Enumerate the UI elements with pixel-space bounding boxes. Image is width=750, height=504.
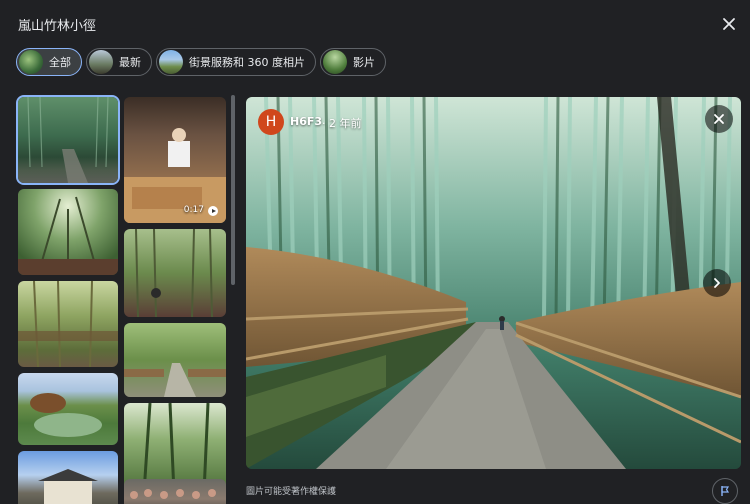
main-photo xyxy=(246,97,741,469)
tab-videos-thumbnail xyxy=(323,50,347,74)
photo-thumbnail[interactable] xyxy=(18,451,118,504)
tab-videos-label: 影片 xyxy=(353,56,375,69)
copyright-notice: 圖片可能受著作權保護 xyxy=(246,487,337,497)
report-button[interactable] xyxy=(712,478,738,504)
photo-thumbnail[interactable] xyxy=(18,281,118,367)
video-thumbnail[interactable]: 0:17 xyxy=(124,97,226,223)
tab-street-view-label: 街景服務和 360 度相片 xyxy=(189,56,305,69)
chevron-right-icon xyxy=(714,278,720,288)
photo-thumbnail[interactable] xyxy=(124,229,226,317)
author-avatar[interactable]: H xyxy=(258,109,284,135)
video-duration: 0:17 xyxy=(183,205,204,215)
filter-tabs: 全部 最新 街景服務和 360 度相片 影片 xyxy=(16,48,386,78)
tab-street-view-360[interactable]: 街景服務和 360 度相片 xyxy=(156,48,316,76)
tab-latest[interactable]: 最新 xyxy=(86,48,152,76)
tab-all-label: 全部 xyxy=(49,56,71,69)
next-photo-button[interactable] xyxy=(703,269,731,297)
tab-all-thumbnail xyxy=(19,50,43,74)
close-icon xyxy=(723,18,735,30)
play-icon xyxy=(208,206,218,216)
tab-street-view-thumbnail xyxy=(159,50,183,74)
photo-time: · 2 年前 xyxy=(322,117,362,130)
photo-thumbnail[interactable] xyxy=(124,479,226,504)
photo-thumbnail[interactable] xyxy=(18,373,118,445)
flag-icon xyxy=(721,486,730,496)
photo-thumbnail[interactable] xyxy=(18,189,118,275)
grid-scrollbar[interactable] xyxy=(231,95,235,285)
photo-grid: 0:17 xyxy=(16,95,230,504)
tab-all[interactable]: 全部 xyxy=(16,48,82,76)
photo-viewer: H H6F3 · 2 年前 xyxy=(246,97,741,469)
viewer-close-button[interactable] xyxy=(705,105,733,133)
photo-thumbnail[interactable] xyxy=(124,323,226,397)
tab-latest-label: 最新 xyxy=(119,56,141,69)
title-bar: 嵐山竹林小徑 xyxy=(0,0,750,48)
author-name[interactable]: H6F3 xyxy=(290,115,322,128)
tab-latest-thumbnail xyxy=(89,50,113,74)
close-icon xyxy=(714,114,724,124)
tab-videos[interactable]: 影片 xyxy=(320,48,386,76)
page-title: 嵐山竹林小徑 xyxy=(18,19,97,34)
photo-thumbnail[interactable] xyxy=(18,97,118,183)
close-button[interactable] xyxy=(718,13,740,35)
